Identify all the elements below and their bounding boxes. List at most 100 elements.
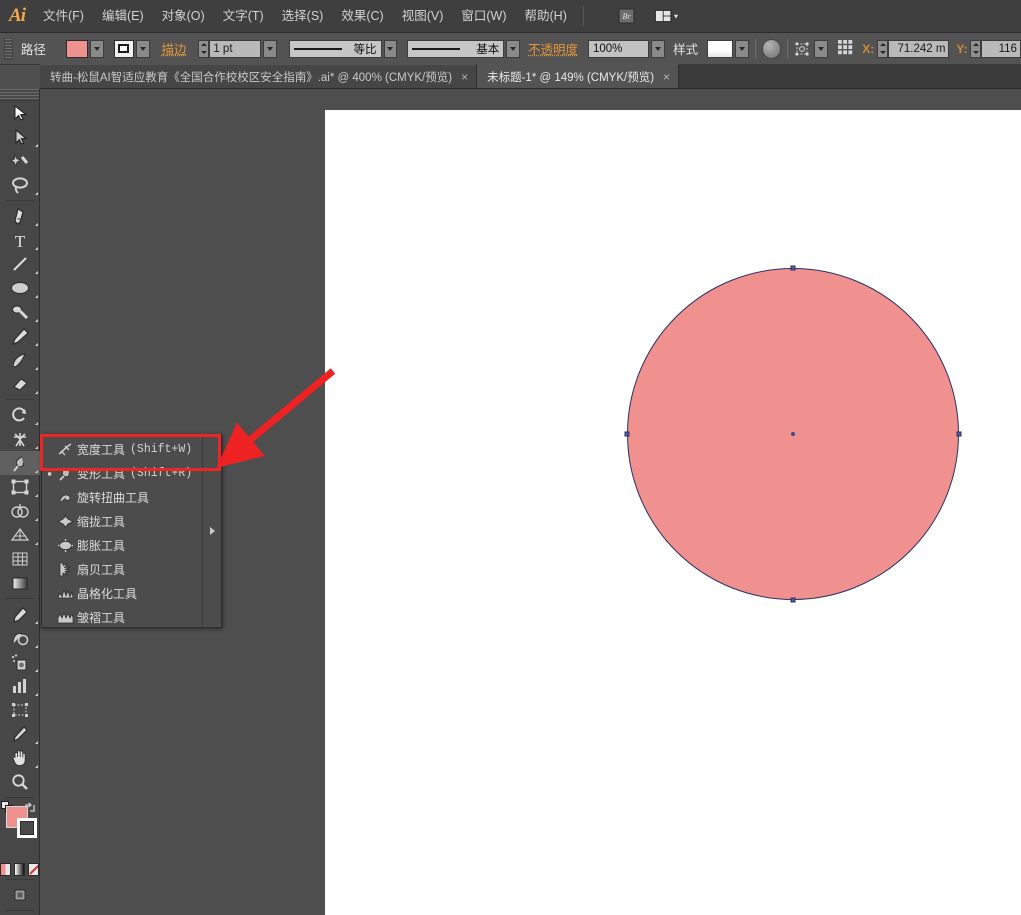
document-tab-2[interactable]: 未标题-1* @ 149% (CMYK/预览) × [477,64,680,88]
blob-brush-tool[interactable] [0,348,40,372]
document-tab-2-close-icon[interactable]: × [663,71,670,83]
pen-tool[interactable] [0,204,40,228]
brush-definition-dropdown[interactable] [506,39,521,58]
none-mode-icon[interactable] [28,863,39,876]
anchor-point-left[interactable] [624,431,630,437]
scale-tool[interactable] [0,427,40,451]
flyout-item-wrinkle-tool[interactable]: 皱褶工具 [42,605,202,629]
flyout-item-crystallize-tool[interactable]: 晶格化工具 [42,581,202,605]
perspective-grid-tool[interactable] [0,523,40,547]
gradient-tool[interactable] [0,571,40,595]
x-stepper[interactable] [877,39,889,58]
tool-group-corner [35,518,38,521]
width-profile-field[interactable]: 等比 [288,39,382,58]
warp-tools-flyout-menu[interactable]: 宽度工具 (Shift+W) ▪ 变形工具 (Shift+R) 旋转扭曲工具 缩… [41,434,222,628]
stroke-weight-field[interactable]: 1 pt [209,39,261,58]
bridge-icon[interactable]: Br [615,7,639,25]
magic-wand-tool[interactable] [0,149,40,173]
stroke-swatch[interactable] [113,39,134,58]
line-segment-tool[interactable] [0,252,40,276]
flyout-item-width-tool[interactable]: 宽度工具 (Shift+W) [42,437,202,461]
rotate-tool[interactable] [0,403,40,427]
menu-effect[interactable]: 效果(C) [332,0,392,33]
brush-definition-field[interactable]: 基本 [407,39,505,58]
shape-builder-tool[interactable] [0,499,40,523]
selection-tool[interactable] [0,101,40,125]
type-tool[interactable]: T [0,228,40,252]
opacity-dropdown[interactable] [651,39,666,58]
opacity-field[interactable]: 100% [587,39,650,58]
tear-off-strip[interactable] [202,435,221,627]
eraser-tool[interactable] [0,372,40,396]
transform-dropdown[interactable] [814,39,829,58]
document-canvas[interactable]: Baidu 经验 jingyan.baidu.com 湖南龙网 湖南龙网 [325,110,1021,915]
menu-edit[interactable]: 编辑(E) [93,0,153,33]
menu-object[interactable]: 对象(O) [153,0,214,33]
tool-group-corner [35,669,38,672]
fill-swatch[interactable] [65,39,88,58]
flyout-item-warp-tool[interactable]: ▪ 变形工具 (Shift+R) [42,461,202,485]
free-transform-tool[interactable] [0,475,40,499]
ellipse-tool[interactable] [0,276,40,300]
mesh-tool[interactable] [0,547,40,571]
graphic-style-swatch[interactable] [707,39,733,58]
tools-divider-2 [5,399,34,400]
align-icon[interactable] [838,39,856,58]
anchor-point-right[interactable] [956,431,962,437]
control-bar-grip[interactable] [4,37,13,60]
flyout-item-scallop-tool[interactable]: 扇贝工具 [42,557,202,581]
gradient-mode-icon[interactable] [14,863,25,876]
svg-text:Br: Br [623,12,632,21]
menu-file[interactable]: 文件(F) [34,0,93,33]
pencil-tool[interactable] [0,324,40,348]
paintbrush-tool[interactable] [0,300,40,324]
y-stepper[interactable] [970,39,982,58]
column-graph-tool[interactable] [0,674,40,698]
graphic-style-dropdown[interactable] [734,39,749,58]
artboard-tool[interactable] [0,698,40,722]
flyout-item-pucker-tool[interactable]: 缩拢工具 [42,509,202,533]
document-tab-1-close-icon[interactable]: × [461,71,468,83]
width-profile-label: 等比 [353,43,377,56]
zoom-tool[interactable] [0,770,40,794]
x-field[interactable]: 71.242 m [888,39,950,58]
eyedropper-tool[interactable] [0,602,40,626]
blend-tool[interactable] [0,626,40,650]
menu-window[interactable]: 窗口(W) [452,0,515,33]
stroke-label[interactable]: 描边 [162,39,187,58]
menu-view[interactable]: 视图(V) [393,0,453,33]
drawing-mode-icon[interactable] [0,883,40,907]
fill-swatch-group[interactable] [65,39,104,58]
fill-stroke-cluster [0,801,40,860]
anchor-point-bottom[interactable] [790,597,796,603]
stroke-dropdown-arrow[interactable] [135,39,150,58]
y-field[interactable]: 116 [981,39,1021,58]
width-profile-dropdown[interactable] [383,39,398,58]
stroke-weight-dropdown[interactable] [262,39,277,58]
direct-selection-tool[interactable] [0,125,40,149]
menu-help[interactable]: 帮助(H) [516,0,576,33]
opacity-label[interactable]: 不透明度 [528,39,578,58]
document-tab-1[interactable]: 转曲-松鼠AI智适应教育《全国合作校校区安全指南》.ai* @ 400% (CM… [40,64,478,88]
stroke-color-swatch[interactable] [17,818,37,838]
lasso-tool[interactable] [0,173,40,197]
slice-tool[interactable] [0,722,40,746]
stroke-swatch-group[interactable] [113,39,150,58]
warp-tool[interactable] [0,451,40,475]
menu-select[interactable]: 选择(S) [273,0,333,33]
flyout-item-twirl-tool[interactable]: 旋转扭曲工具 [42,485,202,509]
symbol-sprayer-tool[interactable] [0,650,40,674]
flyout-item-bloat-tool[interactable]: 膨胀工具 [42,533,202,557]
arrange-documents-icon[interactable] [654,7,679,25]
stroke-weight-stepper[interactable] [198,39,210,58]
fill-dropdown-arrow[interactable] [89,39,104,58]
hand-tool[interactable] [0,746,40,770]
tools-panel-grip[interactable] [0,89,39,101]
width-profile-preview [293,47,342,50]
menu-type[interactable]: 文字(T) [214,0,273,33]
recolor-artwork-icon[interactable] [761,38,782,59]
pucker-tool-icon [54,514,77,529]
transform-icon[interactable] [794,39,829,58]
color-mode-icon[interactable] [0,863,11,876]
anchor-point-top[interactable] [790,265,796,271]
